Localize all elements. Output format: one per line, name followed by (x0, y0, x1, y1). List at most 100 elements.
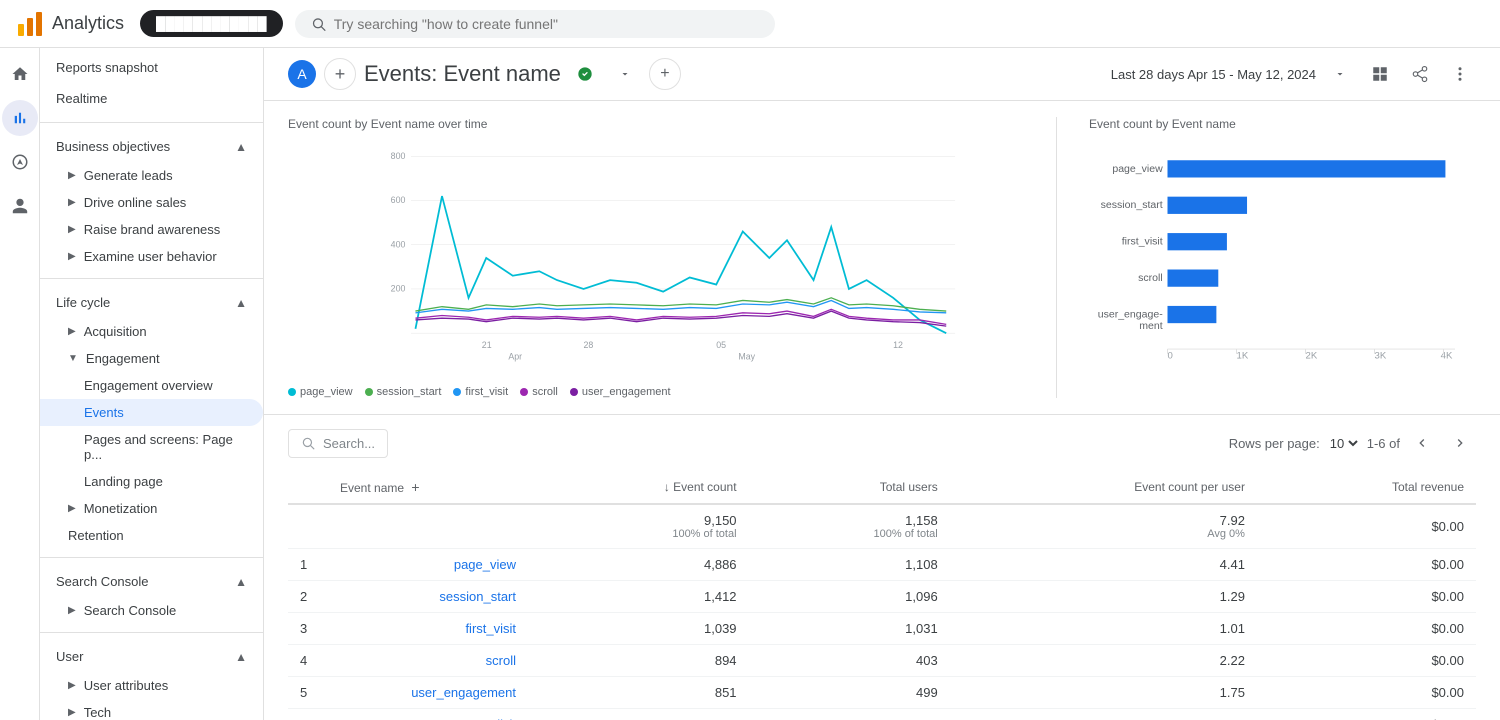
settings-icon-btn[interactable] (2, 188, 38, 224)
event-name-link[interactable]: first_visit (465, 621, 516, 636)
svg-text:first_visit: first_visit (1122, 236, 1163, 248)
row-revenue: $0.00 (1257, 645, 1476, 677)
row-revenue: $0.00 (1257, 549, 1476, 581)
add-comparison-button[interactable]: + (324, 58, 356, 90)
totals-row: 9,150 100% of total 1,158 100% of total … (288, 504, 1476, 549)
page-title: Events: Event name (364, 61, 561, 87)
sidebar-item-reports-snapshot[interactable]: Reports snapshot (40, 52, 263, 83)
date-dropdown-button[interactable] (1324, 58, 1356, 90)
line-chart-container: Event count by Event name over time 800 … (288, 117, 1056, 398)
divider-3 (40, 557, 263, 558)
rows-per-page: Rows per page: 10 25 50 1-6 of (1229, 427, 1476, 459)
sidebar-item-landing-page[interactable]: Landing page (40, 468, 263, 495)
sidebar-item-acquisition[interactable]: ▶ Acquisition (40, 318, 263, 345)
status-icon-button[interactable] (569, 58, 601, 90)
user-header[interactable]: User ▲ (40, 641, 263, 672)
add-column-button[interactable]: + (411, 479, 419, 495)
legend-page-view: page_view (288, 386, 353, 398)
account-button[interactable]: ████████████ (140, 10, 283, 37)
row-event-count: 4,886 (528, 549, 749, 581)
col-total-revenue[interactable]: Total revenue (1257, 471, 1476, 504)
col-num (288, 471, 328, 504)
svg-text:scroll: scroll (1138, 272, 1163, 284)
col-total-users[interactable]: Total users (749, 471, 950, 504)
sidebar-item-engagement[interactable]: ▼ Engagement (40, 345, 263, 372)
home-icon-btn[interactable] (2, 56, 38, 92)
svg-text:12: 12 (893, 340, 903, 350)
svg-text:21: 21 (482, 340, 492, 350)
date-range: Last 28 days Apr 15 - May 12, 2024 (1111, 67, 1316, 82)
col-event-name[interactable]: Event name + (328, 471, 528, 504)
sidebar-item-retention[interactable]: Retention (40, 522, 263, 549)
event-name-link[interactable]: page_view (454, 557, 516, 572)
event-name-link[interactable]: user_engagement (411, 685, 516, 700)
row-event-count: 68 (528, 709, 749, 720)
user-section: User ▲ ▶ User attributes ▶ Tech (40, 637, 263, 720)
app-title: Analytics (52, 13, 124, 34)
more-vert-icon (1451, 65, 1469, 83)
explore-icon-btn[interactable] (2, 144, 38, 180)
table-search[interactable]: Search... (288, 429, 388, 458)
sidebar-item-user-attributes[interactable]: ▶ User attributes (40, 672, 263, 699)
table-view-button[interactable] (1364, 58, 1396, 90)
row-num: 6 (288, 709, 328, 720)
search-bar-container (295, 10, 775, 38)
legend-dot (570, 388, 578, 396)
sidebar-item-engagement-overview[interactable]: Engagement overview (40, 372, 263, 399)
row-total-users: 41 (749, 709, 950, 720)
divider-1 (40, 122, 263, 123)
search-input[interactable] (334, 16, 759, 32)
expand-arrow-icon: ▶ (68, 170, 76, 181)
sidebar-item-examine-user-behavior[interactable]: ▶ Examine user behavior (40, 243, 263, 270)
next-page-button[interactable] (1444, 427, 1476, 459)
chevron-up-icon: ▲ (235, 296, 247, 310)
line-chart-svg: 800 600 400 200 21 Apr 28 05 May (288, 143, 1056, 373)
divider-2 (40, 278, 263, 279)
search-placeholder: Search... (323, 436, 375, 451)
sidebar-item-drive-online-sales[interactable]: ▶ Drive online sales (40, 189, 263, 216)
row-event-name: click (328, 709, 528, 720)
add-metric-button[interactable]: + (649, 58, 681, 90)
sidebar-item-pages-screens[interactable]: Pages and screens: Page p... (40, 426, 263, 468)
event-name-link[interactable]: session_start (439, 589, 516, 604)
legend-dot (453, 388, 461, 396)
svg-text:page_view: page_view (1112, 163, 1163, 175)
sidebar-item-generate-leads[interactable]: ▶ Generate leads (40, 162, 263, 189)
sidebar-item-tech[interactable]: ▶ Tech (40, 699, 263, 720)
expand-arrow-icon: ▶ (68, 680, 76, 691)
row-per-user: 2.22 (950, 645, 1257, 677)
line-chart-title: Event count by Event name over time (288, 117, 1056, 131)
row-event-count: 1,412 (528, 581, 749, 613)
share-button[interactable] (1404, 58, 1436, 90)
row-total-users: 499 (749, 677, 950, 709)
col-event-per-user[interactable]: Event count per user (950, 471, 1257, 504)
svg-text:28: 28 (584, 340, 594, 350)
table-row: 1 page_view 4,886 1,108 4.41 $0.00 (288, 549, 1476, 581)
event-name-link[interactable]: scroll (486, 653, 516, 668)
life-cycle-header[interactable]: Life cycle ▲ (40, 287, 263, 318)
svg-text:400: 400 (391, 239, 406, 249)
table-toolbar: Search... Rows per page: 10 25 50 1-6 of (288, 415, 1476, 471)
search-icon (311, 16, 326, 32)
expand-arrow-icon: ▶ (68, 707, 76, 718)
rows-per-page-select[interactable]: 10 25 50 (1326, 435, 1361, 452)
sidebar-item-raise-brand-awareness[interactable]: ▶ Raise brand awareness (40, 216, 263, 243)
col-event-count[interactable]: ↓ Event count (528, 471, 749, 504)
sidebar-item-search-console[interactable]: ▶ Search Console (40, 597, 263, 624)
business-objectives-header[interactable]: Business objectives ▲ (40, 131, 263, 162)
search-console-header[interactable]: Search Console ▲ (40, 566, 263, 597)
svg-text:Apr: Apr (508, 352, 522, 362)
prev-page-button[interactable] (1406, 427, 1438, 459)
reports-icon-btn[interactable] (2, 100, 38, 136)
row-per-user: 1.75 (950, 677, 1257, 709)
more-options-button[interactable] (1444, 58, 1476, 90)
svg-text:600: 600 (391, 195, 406, 205)
bar-chart-container: Event count by Event name page_view sess… (1056, 117, 1476, 398)
main-layout: Reports snapshot Realtime Business objec… (0, 48, 1500, 720)
sidebar-item-realtime[interactable]: Realtime (40, 83, 263, 114)
chevron-up-icon: ▲ (235, 650, 247, 664)
svg-text:1K: 1K (1237, 351, 1249, 362)
sidebar-item-monetization[interactable]: ▶ Monetization (40, 495, 263, 522)
dropdown-arrow-button[interactable] (609, 58, 641, 90)
sidebar-item-events[interactable]: Events (40, 399, 263, 426)
